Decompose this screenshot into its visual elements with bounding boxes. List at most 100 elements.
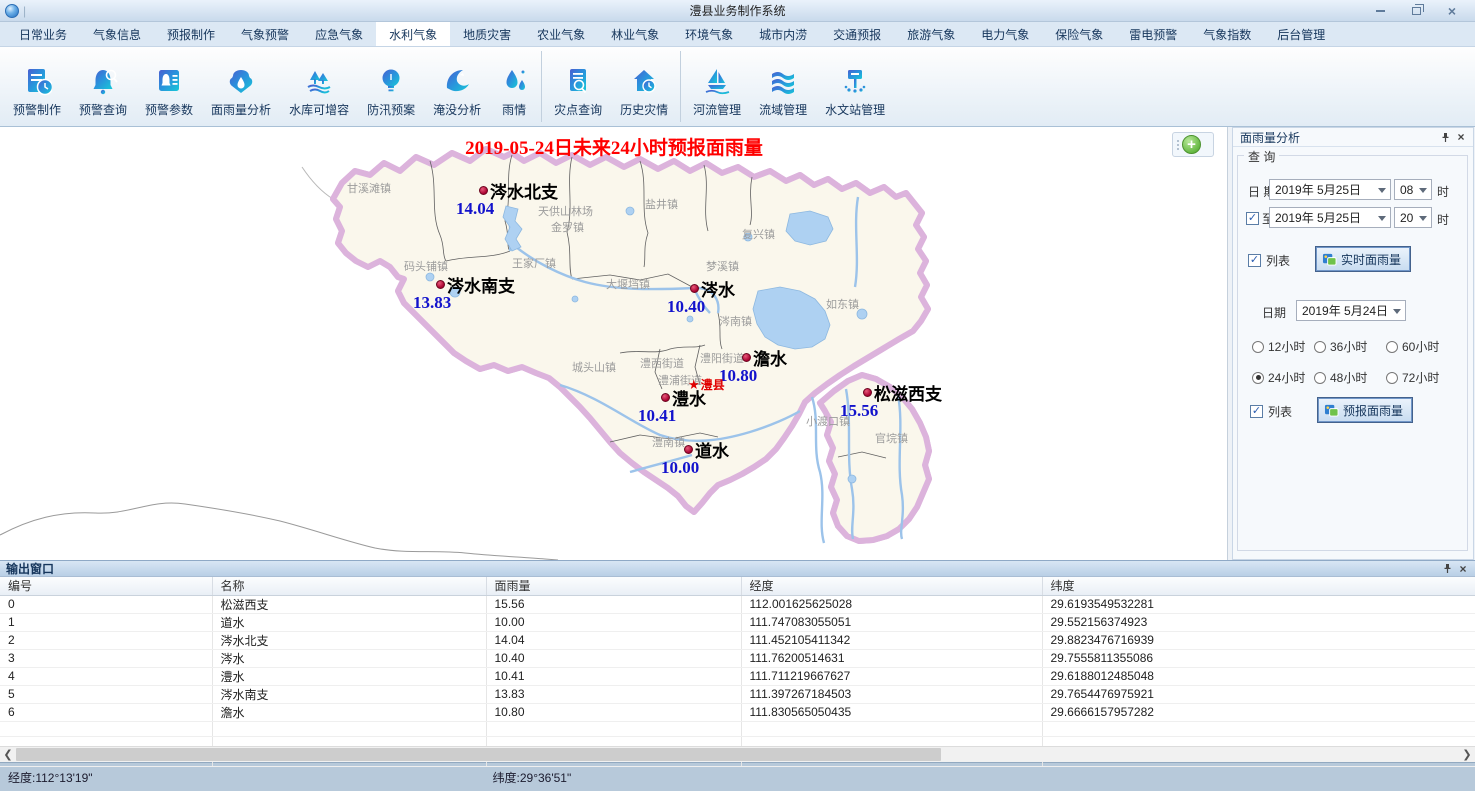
- table-row[interactable]: 4澧水10.41111.71121966762729.6188012485048: [0, 667, 1475, 685]
- table-cell: 0: [0, 595, 212, 613]
- list-checkbox[interactable]: ✓: [1248, 254, 1261, 267]
- station-dot-icon[interactable]: [436, 280, 445, 289]
- table-cell: 29.7555811355086: [1042, 649, 1475, 667]
- table-cell: 澹水: [212, 703, 486, 721]
- menu-item-雷电预警[interactable]: 雷电预警: [1116, 22, 1190, 46]
- pin-icon[interactable]: [1439, 561, 1455, 576]
- radio-icon[interactable]: [1252, 372, 1264, 384]
- duration-option-12小时[interactable]: 12小时: [1252, 338, 1305, 355]
- table-row[interactable]: 1道水10.00111.74708305505129.552156374923: [0, 613, 1475, 631]
- realtime-rainfall-button[interactable]: 实时面雨量: [1316, 247, 1410, 271]
- menu-item-旅游气象[interactable]: 旅游气象: [894, 22, 968, 46]
- map-view[interactable]: 2019-05-24日未来24小时预报面雨量 甘溪滩镇盐井镇天供山林场金罗镇复兴…: [0, 127, 1228, 560]
- menu-item-交通预报[interactable]: 交通预报: [820, 22, 894, 46]
- tool-button-预警制作[interactable]: 预警制作: [4, 47, 70, 126]
- radio-icon[interactable]: [1314, 341, 1326, 353]
- column-header-名称[interactable]: 名称: [212, 577, 486, 595]
- column-header-经度[interactable]: 经度: [741, 577, 1042, 595]
- status-latitude: 纬度:29°36'51": [493, 769, 572, 786]
- table-cell: 涔水: [212, 649, 486, 667]
- chevron-down-icon: [1419, 216, 1427, 221]
- date-from-combobox[interactable]: 2019年 5月25日: [1269, 179, 1391, 200]
- duration-option-72小时[interactable]: 72小时: [1386, 369, 1439, 386]
- tool-button-面雨量分析[interactable]: 面雨量分析: [202, 47, 280, 126]
- tool-button-防汛预案[interactable]: 防汛预案: [358, 47, 424, 126]
- tool-button-水文站管理[interactable]: 水文站管理: [816, 47, 894, 126]
- table-row[interactable]: 3涔水10.40111.7620051463129.7555811355086: [0, 649, 1475, 667]
- close-button[interactable]: ×: [1441, 3, 1463, 19]
- zoom-in-button[interactable]: +: [1182, 135, 1201, 154]
- tool-button-流域管理[interactable]: 流域管理: [750, 47, 816, 126]
- restore-button[interactable]: [1405, 3, 1427, 19]
- tool-button-河流管理[interactable]: 河流管理: [684, 47, 750, 126]
- duration-option-48小时[interactable]: 48小时: [1314, 369, 1367, 386]
- to-checkbox[interactable]: ✓: [1246, 212, 1259, 225]
- menu-item-预报制作[interactable]: 预报制作: [154, 22, 228, 46]
- menu-item-地质灾害[interactable]: 地质灾害: [450, 22, 524, 46]
- column-header-面雨量[interactable]: 面雨量: [486, 577, 741, 595]
- menu-item-后台管理[interactable]: 后台管理: [1264, 22, 1338, 46]
- radio-icon[interactable]: [1386, 372, 1398, 384]
- radio-icon[interactable]: [1314, 372, 1326, 384]
- output-close-icon[interactable]: ×: [1455, 561, 1471, 576]
- menu-item-电力气象[interactable]: 电力气象: [968, 22, 1042, 46]
- town-label-澧南镇: 澧南镇: [652, 434, 685, 450]
- table-cell: 111.452105411342: [741, 631, 1042, 649]
- forecast-date-combobox[interactable]: 2019年 5月24日: [1296, 300, 1406, 321]
- pin-icon[interactable]: [1437, 130, 1453, 145]
- radio-icon[interactable]: [1252, 341, 1264, 353]
- station-dot-icon[interactable]: [690, 284, 699, 293]
- menu-item-日常业务[interactable]: 日常业务: [6, 22, 80, 46]
- table-cell: 1: [0, 613, 212, 631]
- menu-item-水利气象[interactable]: 水利气象: [376, 22, 450, 46]
- menu-item-气象预警[interactable]: 气象预警: [228, 22, 302, 46]
- scroll-left-arrow[interactable]: ❮: [0, 747, 16, 762]
- forecast-rainfall-button[interactable]: 预报面雨量: [1318, 398, 1412, 422]
- table-row[interactable]: 0松滋西支15.56112.00162562502829.61935495322…: [0, 595, 1475, 613]
- station-name: 涔水: [701, 276, 735, 301]
- menu-item-林业气象[interactable]: 林业气象: [598, 22, 672, 46]
- hour-from-combobox[interactable]: 08: [1394, 179, 1432, 200]
- menu-item-环境气象[interactable]: 环境气象: [672, 22, 746, 46]
- duration-option-24小时[interactable]: 24小时: [1252, 369, 1305, 386]
- menu-item-城市内涝[interactable]: 城市内涝: [746, 22, 820, 46]
- tool-button-水库可增容[interactable]: 水库可增容: [280, 47, 358, 126]
- map-icon: [1324, 403, 1339, 417]
- tool-button-雨情[interactable]: 雨情: [490, 47, 538, 126]
- tool-button-灾点查询[interactable]: 灾点查询: [545, 47, 611, 126]
- town-label-大堰垱镇: 大堰垱镇: [606, 276, 650, 292]
- duration-option-36小时[interactable]: 36小时: [1314, 338, 1367, 355]
- menu-item-保险气象[interactable]: 保险气象: [1042, 22, 1116, 46]
- tool-button-预警参数[interactable]: 预警参数: [136, 47, 202, 126]
- date-to-combobox[interactable]: 2019年 5月25日: [1269, 207, 1391, 228]
- raindrops-icon: [499, 66, 529, 96]
- station-dot-icon[interactable]: [661, 393, 670, 402]
- minimize-button[interactable]: [1369, 3, 1391, 19]
- scroll-right-arrow[interactable]: ❯: [1459, 747, 1475, 762]
- tool-button-历史灾情[interactable]: 历史灾情: [611, 47, 677, 126]
- radio-icon[interactable]: [1386, 341, 1398, 353]
- column-header-编号[interactable]: 编号: [0, 577, 212, 595]
- menu-item-气象信息[interactable]: 气象信息: [80, 22, 154, 46]
- horizontal-scrollbar[interactable]: ❮ ❯: [0, 746, 1475, 762]
- table-row[interactable]: 6澹水10.80111.83056505043529.6666157957282: [0, 703, 1475, 721]
- menu-item-农业气象[interactable]: 农业气象: [524, 22, 598, 46]
- menu-item-气象指数[interactable]: 气象指数: [1190, 22, 1264, 46]
- duration-option-60小时[interactable]: 60小时: [1386, 338, 1439, 355]
- station-dot-icon[interactable]: [863, 388, 872, 397]
- station-dot-icon[interactable]: [742, 353, 751, 362]
- table-row[interactable]: 5涔水南支13.83111.39726718450329.76544769759…: [0, 685, 1475, 703]
- empty-table-row: [0, 721, 1475, 736]
- tool-button-淹没分析[interactable]: 淹没分析: [424, 47, 490, 126]
- menu-item-应急气象[interactable]: 应急气象: [302, 22, 376, 46]
- station-dot-icon[interactable]: [684, 445, 693, 454]
- station-dot-icon[interactable]: [479, 186, 488, 195]
- panel-close-icon[interactable]: ×: [1453, 130, 1469, 145]
- drag-handle-icon[interactable]: [1177, 140, 1179, 150]
- scrollbar-thumb[interactable]: [16, 748, 941, 761]
- tool-button-预警查询[interactable]: 预警查询: [70, 47, 136, 126]
- hour-to-combobox[interactable]: 20: [1394, 207, 1432, 228]
- column-header-纬度[interactable]: 纬度: [1042, 577, 1475, 595]
- list2-checkbox[interactable]: ✓: [1250, 405, 1263, 418]
- table-row[interactable]: 2涔水北支14.04111.45210541134229.88234767169…: [0, 631, 1475, 649]
